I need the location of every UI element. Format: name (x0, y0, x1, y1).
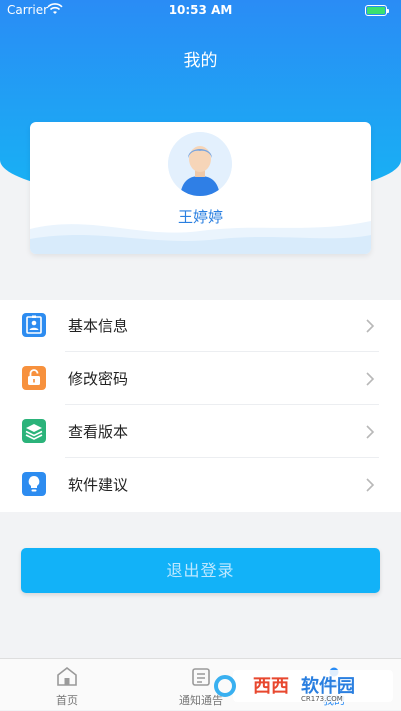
menu-item-feedback[interactable]: 软件建议 (0, 459, 401, 511)
layers-icon (21, 418, 47, 444)
user-avatar-icon (168, 132, 232, 196)
tab-home[interactable]: 首页 (0, 659, 134, 711)
menu-item-label: 基本信息 (68, 317, 129, 335)
settings-menu: 基本信息 修改密码 查看版本 软件建议 (0, 300, 401, 512)
chevron-right-icon (366, 372, 375, 386)
id-card-icon (21, 312, 47, 338)
chevron-right-icon (366, 425, 375, 439)
lightbulb-icon (21, 471, 47, 497)
menu-item-basic-info[interactable]: 基本信息 (0, 300, 401, 352)
menu-item-label: 软件建议 (68, 476, 129, 494)
lock-icon (21, 365, 47, 391)
status-time: 10:53 AM (168, 3, 233, 17)
chevron-right-icon (366, 478, 375, 492)
chevron-right-icon (366, 319, 375, 333)
menu-item-view-version[interactable]: 查看版本 (0, 406, 401, 458)
divider (65, 457, 379, 458)
svg-text:西西: 西西 (253, 676, 289, 697)
divider (65, 404, 379, 405)
menu-item-label: 修改密码 (68, 370, 129, 388)
profile-card[interactable]: 王婷婷 (30, 122, 371, 254)
home-icon (57, 666, 77, 686)
menu-item-change-password[interactable]: 修改密码 (0, 353, 401, 405)
divider (65, 351, 379, 352)
menu-item-label: 查看版本 (68, 423, 129, 441)
page-title: 我的 (183, 51, 218, 71)
svg-text:软件园: 软件园 (301, 675, 355, 697)
site-watermark-logo: 西西 软件园 CR173.COM (213, 668, 393, 704)
avatar[interactable] (168, 132, 232, 196)
svg-text:CR173.COM: CR173.COM (301, 695, 343, 703)
status-bar: Carrier 10:53 AM (0, 0, 401, 22)
logout-button[interactable]: 退出登录 (21, 548, 380, 593)
battery-icon (365, 5, 389, 16)
tab-label: 首页 (56, 694, 78, 707)
card-wave-decoration (30, 221, 371, 254)
